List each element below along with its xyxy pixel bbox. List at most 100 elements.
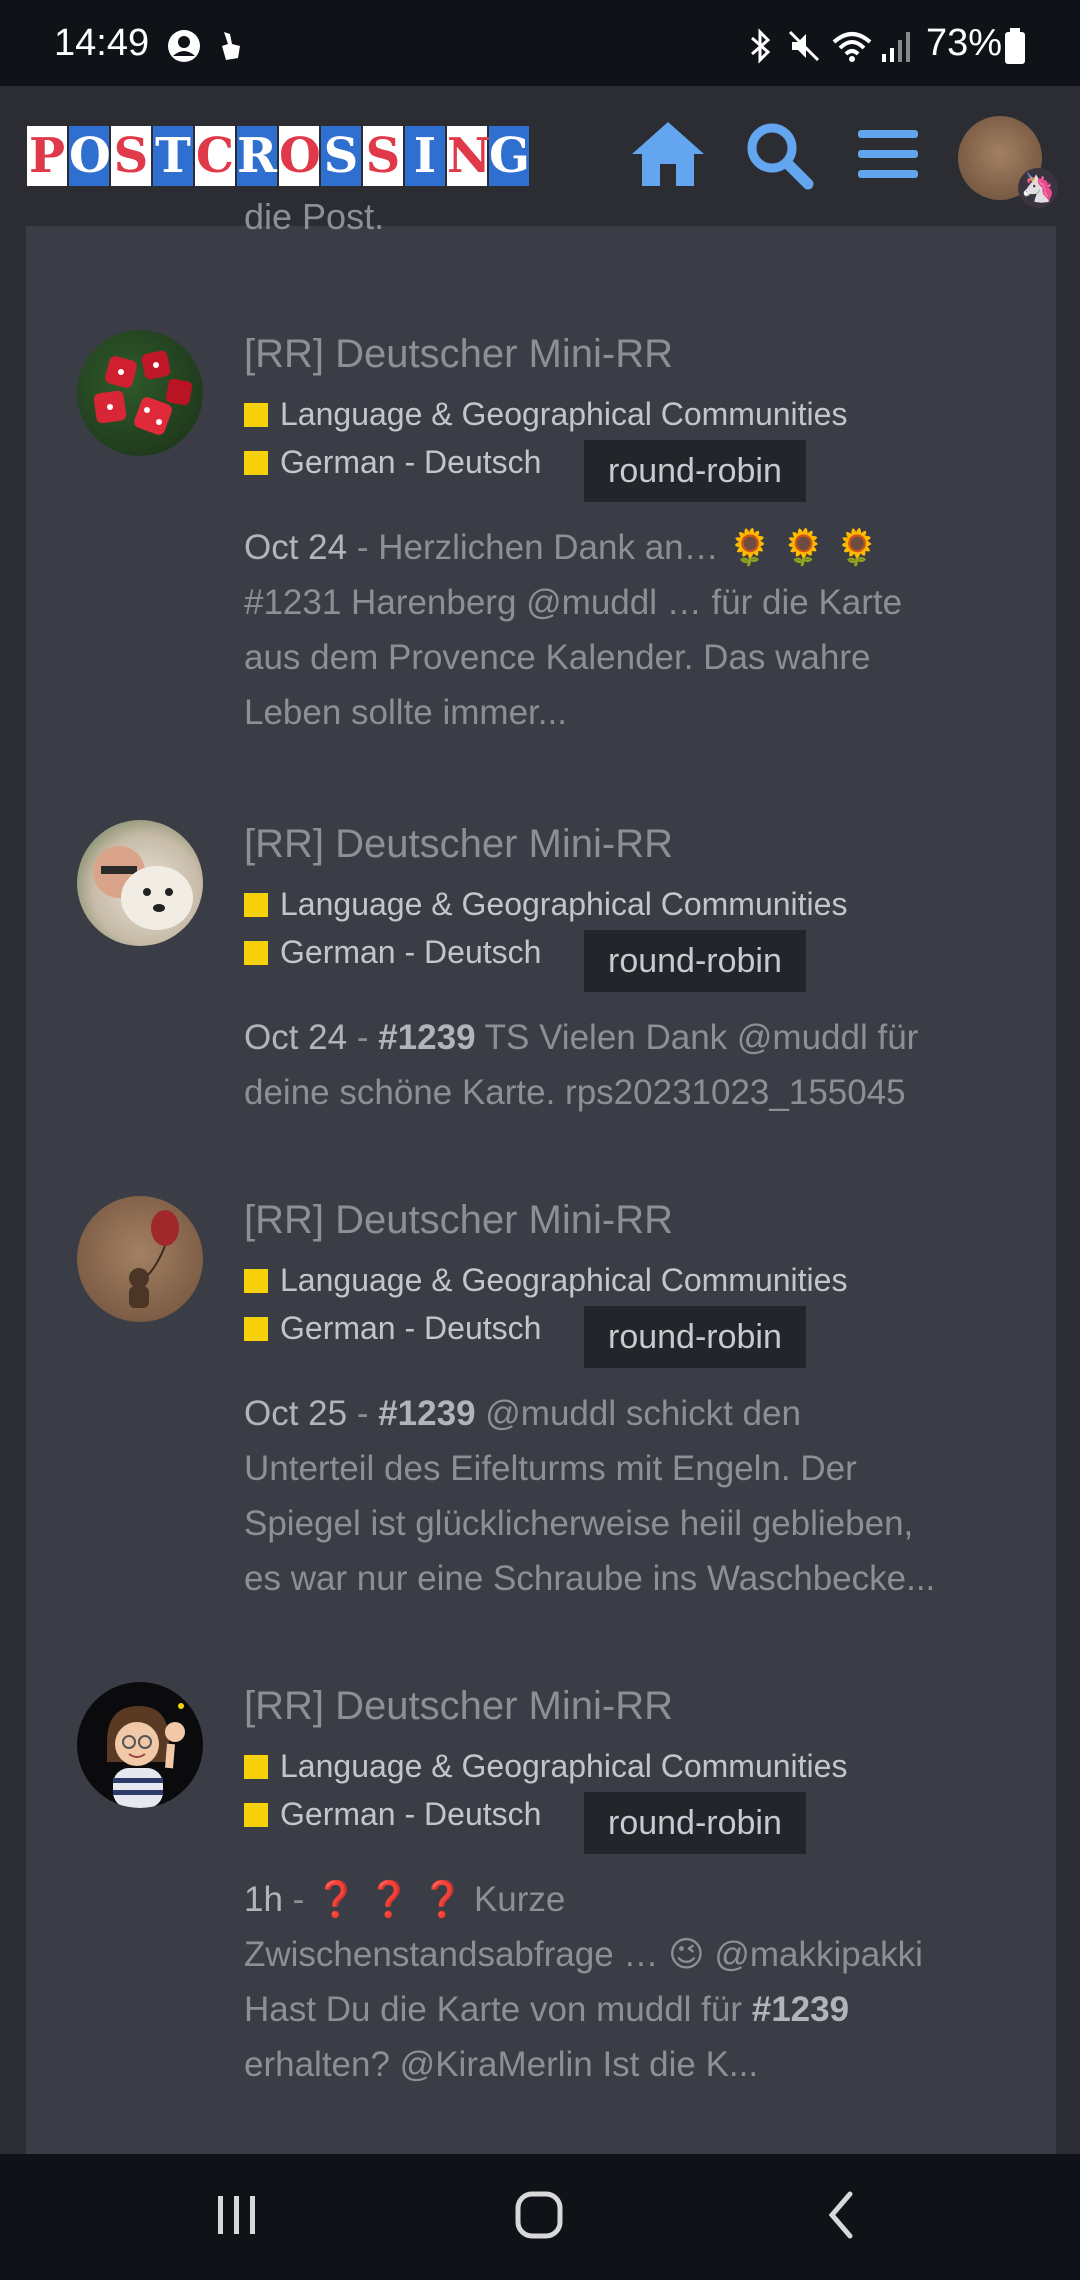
subcategory[interactable]: German - Deutsch [244,934,541,971]
avatar[interactable] [77,1682,203,1808]
avatar[interactable] [77,330,203,456]
category[interactable]: Language & Geographical Communities [244,396,847,433]
category-color-swatch [244,1755,268,1779]
logo-letter: S [111,126,151,186]
mute-icon [788,30,820,62]
logo-letter: C [195,126,235,186]
list-item[interactable]: [RR] Deutscher Mini-RR Language & Geogra… [26,1682,1056,2112]
avatar[interactable] [77,820,203,946]
battery-icon [1005,28,1025,64]
logo-letter: O [279,126,321,186]
logo-letter: T [153,126,193,186]
topic-excerpt[interactable]: 1h - ❓ ❓ ❓ Kurze Zwischenstandsabfrage …… [244,1872,1034,2092]
excerpt-separator: - [347,1394,379,1433]
cutoff-excerpt: die Post. [244,196,385,237]
category-color-swatch [244,403,268,427]
excerpt-bold: #1239 [751,1990,850,2029]
search-icon[interactable] [742,118,814,190]
subcategory-label: German - Deutsch [280,1796,542,1832]
list-item[interactable]: [RR] Deutscher Mini-RR Language & Geogra… [26,820,1056,1120]
avatar[interactable] [77,1196,203,1322]
excerpt-date: Oct 24 [244,1018,348,1057]
list-item[interactable]: [RR] Deutscher Mini-RR Language & Geogra… [26,330,1056,750]
menu-icon[interactable] [856,118,920,190]
subcategory-label: German - Deutsch [280,1310,542,1346]
excerpt-text: Hast Du die Karte von muddl für [244,1990,752,2029]
unicorn-badge-icon: 🦄 [1018,168,1058,208]
topic-title[interactable]: [RR] Deutscher Mini-RR [244,332,673,377]
excerpt-text: Spiegel ist glücklicherweise heiil gebli… [244,1504,914,1543]
logo-letter: O [69,126,111,186]
topic-excerpt[interactable]: Oct 24 - Herzlichen Dank an… 🌻 🌻 🌻 #1231… [244,520,1034,740]
logo-letter: G [489,126,530,186]
category-color-swatch [244,893,268,917]
category-label: Language & Geographical Communities [280,396,848,432]
account-circle-icon [168,30,200,62]
category-label: Language & Geographical Communities [280,1748,848,1784]
excerpt-text: Unterteil des Eifelturms mit Engeln. Der [244,1449,857,1488]
excerpt-text: #1231 Harenberg @muddl … für die Karte [244,583,903,622]
category-color-swatch [244,1803,268,1827]
category[interactable]: Language & Geographical Communities [244,1262,847,1299]
excerpt-text: es war nur eine Schraube ins Waschbecke.… [244,1559,936,1598]
excerpt-date: 1h [244,1880,283,1919]
excerpt-date: Oct 24 [244,528,348,567]
topic-title[interactable]: [RR] Deutscher Mini-RR [244,822,673,867]
battery-percent: 73% [926,22,1003,64]
category-color-swatch [244,1317,268,1341]
back-icon[interactable] [822,2190,862,2240]
excerpt-text: @muddl schickt den [475,1394,801,1433]
subcategory[interactable]: German - Deutsch [244,444,541,481]
category-color-swatch [244,1269,268,1293]
subcategory-label: German - Deutsch [280,444,542,480]
tag-round-robin[interactable]: round-robin [584,440,806,502]
tag-round-robin[interactable]: round-robin [584,930,806,992]
topic-excerpt[interactable]: Oct 24 - #1239 TS Vielen Dank @muddl für… [244,1010,1034,1120]
site-header: P O S T C R O S S I N G 🦄 [0,86,1080,226]
excerpt-text: deine schöne Karte. rps20231023_155045 [244,1073,906,1112]
hand-wave-icon [222,32,240,60]
subcategory[interactable]: German - Deutsch [244,1796,541,1833]
tag-round-robin[interactable]: round-robin [584,1306,806,1368]
logo-letter: S [363,126,403,186]
signal-icon [882,32,910,62]
bluetooth-icon [751,28,771,64]
topic-excerpt[interactable]: Oct 25 - #1239 @muddl schickt den Untert… [244,1386,1034,1606]
category-color-swatch [244,451,268,475]
system-nav-bar [0,2154,1080,2280]
logo-letter: P [27,126,67,186]
excerpt-separator: - [347,1018,379,1057]
excerpt-text: erhalten? @KiraMerlin Ist die K... [244,2045,759,2084]
recent-apps-icon[interactable] [214,2192,260,2238]
subcategory[interactable]: German - Deutsch [244,1310,541,1347]
category[interactable]: Language & Geographical Communities [244,1748,847,1785]
dice-avatar-image [93,350,193,435]
wifi-icon [832,32,872,62]
excerpt-bold: #1239 [378,1018,476,1057]
category-label: Language & Geographical Communities [280,886,848,922]
postcrossing-logo[interactable]: P O S T C R O S S I N G [26,122,592,194]
logo-letter: N [447,126,491,186]
status-bar: 14:49 73% [0,0,1080,86]
balloon-avatar-image [129,1210,179,1308]
excerpt-text: - ❓ ❓ ❓ Kurze [282,1880,566,1919]
category-color-swatch [244,941,268,965]
list-item[interactable]: [RR] Deutscher Mini-RR Language & Geogra… [26,1196,1056,1616]
excerpt-text: - Herzlichen Dank an… 🌻 🌻 🌻 [347,528,879,567]
excerpt-text: aus dem Provence Kalender. Das wahre [244,638,871,677]
status-time: 14:49 [54,22,150,64]
memoji-avatar-image [107,1703,185,1808]
category-label: Language & Geographical Communities [280,1262,848,1298]
category[interactable]: Language & Geographical Communities [244,886,847,923]
topic-title[interactable]: [RR] Deutscher Mini-RR [244,1198,673,1243]
logo-letter: I [405,126,445,186]
logo-letter: S [321,126,361,186]
home-nav-icon[interactable] [514,2190,564,2240]
subcategory-label: German - Deutsch [280,934,542,970]
topic-list: die Post. [RR] Deutscher Mini-RR Languag… [26,196,1056,2154]
topic-title[interactable]: [RR] Deutscher Mini-RR [244,1684,673,1729]
tag-round-robin[interactable]: round-robin [584,1792,806,1854]
logo-letter: R [237,126,277,186]
excerpt-text: TS Vielen Dank @muddl für [475,1018,919,1057]
home-icon[interactable] [628,118,708,190]
